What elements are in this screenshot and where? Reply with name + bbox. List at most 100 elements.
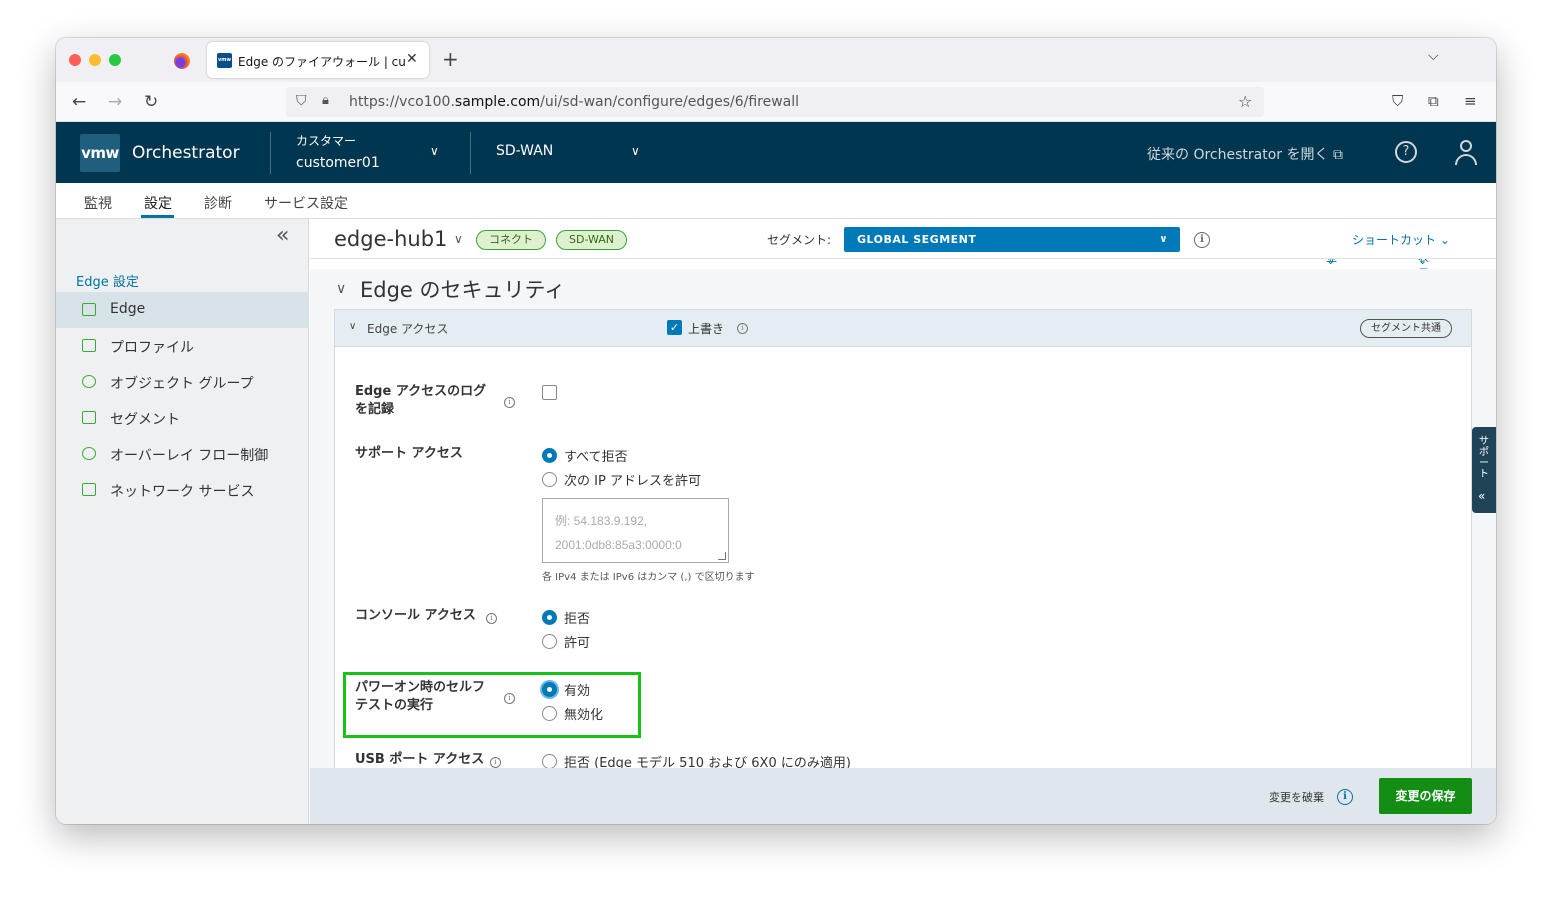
info-icon[interactable]: i (486, 613, 497, 624)
resize-handle[interactable] (718, 552, 726, 560)
info-icon[interactable]: i (1337, 789, 1353, 805)
ip-hint: 各 IPv4 または IPv6 はカンマ (,) で区切ります (542, 572, 755, 583)
chevron-down-icon[interactable]: ⌵ (1428, 48, 1439, 64)
info-icon[interactable]: i (504, 693, 515, 704)
chevron-down-icon[interactable]: ∨ (454, 232, 463, 246)
segment-select[interactable]: GLOBAL SEGMENT ∨ (844, 227, 1180, 252)
main-tabs: 監視 設定 診断 サービス設定 (56, 183, 1496, 219)
view-menu[interactable]: 表示 ⌄ (1418, 259, 1429, 269)
sidebar-item-edge[interactable]: Edge (56, 292, 309, 328)
console-deny-radio[interactable] (542, 610, 557, 625)
segment-label: セグメント: (767, 233, 832, 247)
collapse-sidebar-icon[interactable]: « (276, 223, 289, 248)
sidebar-item-label: ネットワーク サービス (110, 484, 255, 500)
browser-window: vmw Edge のファイアウォール | custo ✕ + ⌵ ← → ↻ ⛉… (56, 38, 1496, 824)
segment-common-badge: セグメント共通 (1360, 319, 1452, 338)
support-deny-all-radio[interactable] (542, 448, 557, 463)
card-title[interactable]: Edge アクセス (367, 320, 448, 337)
edge-name[interactable]: edge-hub1 (334, 227, 447, 251)
usb-access-label: USB ポート アクセス (355, 752, 485, 767)
discard-changes-button[interactable]: 変更を破棄 (1269, 789, 1324, 805)
sidebar-item-label: オーバーレイ フロー制御 (110, 448, 269, 464)
tab-service-settings[interactable]: サービス設定 (264, 193, 348, 213)
user-icon[interactable] (1454, 140, 1478, 166)
zoom-window-button[interactable] (109, 54, 121, 66)
console-allow-label: 許可 (564, 636, 591, 651)
log-access-checkbox[interactable] (542, 385, 557, 400)
url-bar[interactable]: ⛉ 🔒︎ https://vco100.sample.com/ui/sd-wan… (286, 87, 1264, 117)
sidebar-item-overlay-flow[interactable]: オーバーレイ フロー制御 (56, 436, 309, 472)
shortcut-menu[interactable]: ショートカット ⌄ (1352, 231, 1450, 248)
close-window-button[interactable] (69, 54, 81, 66)
menu-icon[interactable]: ≡ (1464, 92, 1477, 110)
help-icon[interactable]: ? (1395, 141, 1417, 163)
sidebar-item-profile[interactable]: プロファイル (56, 328, 309, 364)
support-allow-ip-radio[interactable] (542, 472, 557, 487)
support-access-label: サポート アクセス (355, 446, 463, 461)
browser-tab[interactable]: vmw Edge のファイアウォール | custo ✕ (207, 42, 429, 78)
pocket-icon[interactable]: ⛉ (1392, 92, 1403, 110)
app-header: vmw Orchestrator カスタマー customer01 ∨ SD-W… (56, 122, 1496, 183)
self-test-disable-radio[interactable] (542, 706, 557, 721)
info-icon[interactable]: i (737, 323, 748, 334)
external-link-icon: ⧉ (1332, 147, 1343, 163)
sort-menu[interactable]: 並べ替え ⌄ (1326, 259, 1337, 269)
tab-monitor[interactable]: 監視 (84, 193, 112, 213)
navigation-bar: ← → ↻ ⛉ 🔒︎ https://vco100.sample.com/ui/… (56, 82, 1496, 122)
shield-icon[interactable]: ⛉ (296, 93, 307, 109)
shortcut-label: ショートカット (1352, 233, 1437, 247)
chevron-down-icon[interactable]: ∨ (336, 281, 346, 297)
save-changes-button[interactable]: 変更の保存 (1379, 778, 1472, 814)
sidebar: « Edge 設定 Edge プロファイル オブジェクト グループ セグメント … (56, 219, 309, 824)
service-selector[interactable]: SD-WAN (496, 143, 553, 159)
close-tab-icon[interactable]: ✕ (406, 51, 418, 67)
url-text[interactable]: https://vco100.sample.com/ui/sd-wan/conf… (349, 94, 799, 110)
tab-title: Edge のファイアウォール | custo (238, 55, 406, 69)
sidebar-item-object-groups[interactable]: オブジェクト グループ (56, 364, 309, 400)
minimize-window-button[interactable] (89, 54, 101, 66)
sort-label: 並べ替え (1326, 259, 1337, 269)
overwrite-label: 上書き (688, 322, 725, 336)
lock-icon[interactable]: 🔒︎ (322, 93, 329, 108)
segment-select-value: GLOBAL SEGMENT (857, 233, 977, 246)
firefox-icon[interactable] (174, 53, 190, 69)
usb-deny-radio[interactable] (542, 754, 557, 769)
overlay-flow-icon (82, 447, 96, 460)
section-title: Edge のセキュリティ (360, 278, 566, 302)
chevron-down-icon[interactable]: ∨ (349, 321, 356, 332)
tab-diagnostics[interactable]: 診断 (204, 193, 232, 213)
self-test-enable-label: 有効 (564, 684, 591, 699)
card-header: ∨ Edge アクセス ✓ 上書き i セグメント共通 (335, 310, 1471, 347)
forward-icon[interactable]: → (108, 92, 122, 112)
overwrite-checkbox[interactable]: ✓ (667, 320, 682, 335)
support-side-tab[interactable]: サポート « (1472, 427, 1496, 513)
reload-icon[interactable]: ↻ (144, 92, 158, 112)
self-test-enable-radio[interactable] (542, 682, 557, 697)
support-allow-ip-label: 次の IP アドレスを許可 (564, 474, 701, 489)
new-tab-icon[interactable]: + (442, 47, 459, 71)
legacy-orchestrator-link[interactable]: 従来の Orchestrator を開く ⧉ (1147, 144, 1343, 164)
support-deny-all-label: すべて拒否 (564, 450, 628, 465)
sidebar-item-network-services[interactable]: ネットワーク サービス (56, 472, 309, 508)
info-icon[interactable]: i (504, 397, 515, 408)
info-icon[interactable]: i (1194, 232, 1210, 248)
divider (270, 132, 271, 174)
info-icon[interactable]: i (490, 757, 501, 768)
chevron-down-icon: ⌄ (1439, 233, 1450, 247)
sidebar-item-label: Edge (110, 301, 146, 317)
sidebar-item-segments[interactable]: セグメント (56, 400, 309, 436)
action-footer: 変更を破棄 i 変更の保存 (310, 768, 1496, 824)
ip-address-textarea[interactable]: 例: 54.183.9.192, 2001:0db8:85a3:0000:0 (542, 498, 729, 563)
self-test-disable-label: 無効化 (564, 708, 604, 723)
active-tab-indicator (141, 215, 174, 218)
bookmark-star-icon[interactable]: ☆ (1238, 92, 1252, 111)
console-allow-radio[interactable] (542, 634, 557, 649)
extensions-icon[interactable]: ⧉ (1428, 92, 1439, 110)
log-access-label: Edge アクセスのログを記録 (355, 384, 487, 417)
chevron-down-icon[interactable]: ∨ (631, 144, 640, 158)
customer-selector[interactable]: customer01 (296, 155, 380, 171)
tab-configure[interactable]: 設定 (144, 193, 172, 213)
back-icon[interactable]: ← (72, 92, 86, 112)
double-chevron-left-icon: « (1478, 489, 1486, 503)
chevron-down-icon[interactable]: ∨ (430, 144, 439, 158)
